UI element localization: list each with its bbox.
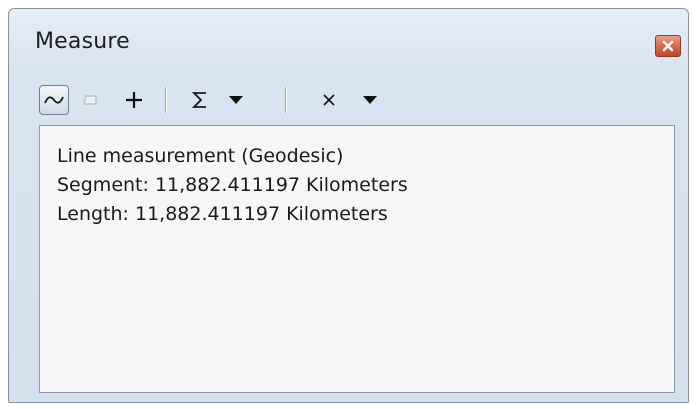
- measure-toolbar: [31, 75, 683, 119]
- sigma-icon: [191, 92, 206, 108]
- chevron-down-icon: [363, 96, 377, 104]
- polygon-icon: [83, 95, 97, 105]
- chevron-down-icon: [229, 96, 243, 104]
- toolbar-separator: [285, 87, 287, 113]
- measure-area-button[interactable]: [77, 87, 103, 113]
- measure-feature-button[interactable]: [119, 85, 149, 115]
- toolbar-separator: [165, 87, 167, 113]
- show-total-button[interactable]: [187, 85, 247, 115]
- title-bar[interactable]: Measure: [9, 9, 688, 67]
- measurement-type-text: Line measurement (Geodesic): [57, 145, 344, 167]
- line-wave-icon: [44, 96, 64, 104]
- measurement-results: Line measurement (Geodesic) Segment: 11,…: [39, 125, 675, 393]
- x-icon: [323, 94, 335, 106]
- measure-line-button[interactable]: [39, 85, 69, 115]
- plus-icon: [126, 92, 142, 108]
- close-icon: [662, 40, 674, 52]
- window-title: Measure: [35, 29, 130, 54]
- close-button[interactable]: [655, 35, 681, 57]
- total-length-text: Length: 11,882.411197 Kilometers: [57, 203, 388, 225]
- measure-window: Measure Line measurement (Geodesic) Segm…: [8, 8, 689, 403]
- clear-results-button[interactable]: [311, 85, 389, 115]
- segment-length-text: Segment: 11,882.411197 Kilometers: [57, 174, 408, 196]
